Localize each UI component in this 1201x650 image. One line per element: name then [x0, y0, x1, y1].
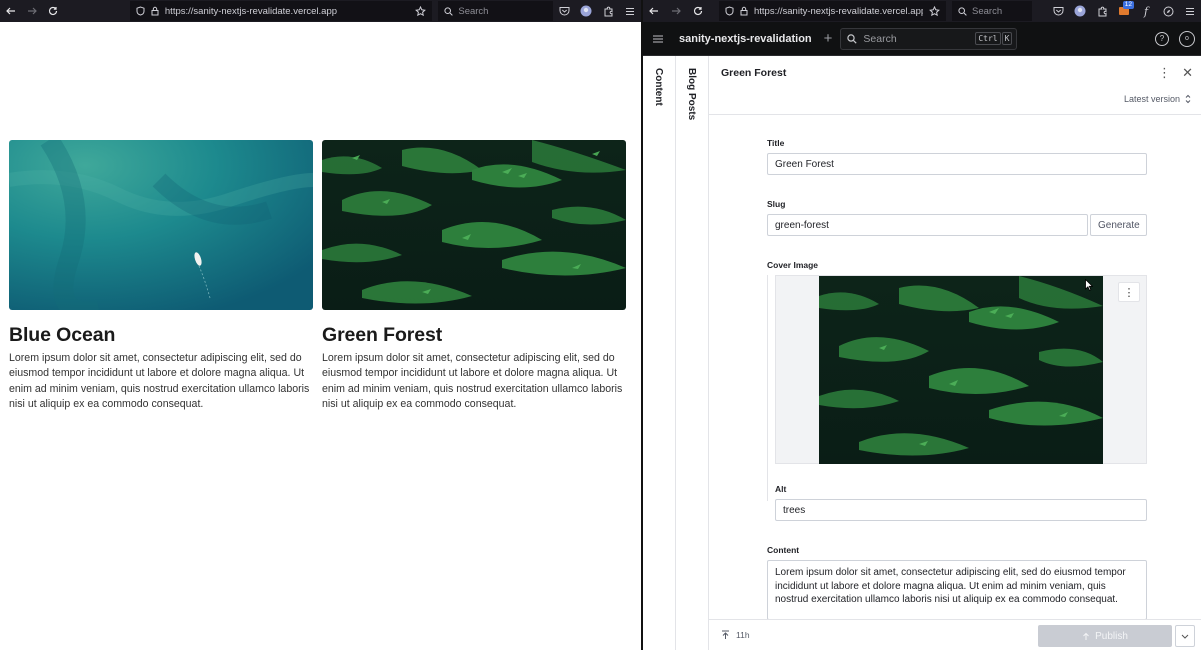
content-pane-label: Content [653, 68, 664, 106]
reload-icon[interactable] [687, 0, 709, 22]
publish-label: Publish [1095, 630, 1128, 642]
pocket-icon[interactable] [553, 0, 575, 22]
kbd-k: K [1001, 32, 1013, 45]
post-card[interactable]: Blue Ocean Lorem ipsum dolor sit amet, c… [9, 140, 313, 412]
document-title: Green Forest [721, 67, 787, 79]
mouse-cursor-icon [1085, 279, 1093, 291]
lock-icon [740, 6, 748, 16]
blog-posts-pane-label: Blog Posts [686, 68, 697, 121]
bookmark-star-icon[interactable] [415, 5, 427, 17]
search-placeholder: Search [972, 5, 1003, 17]
pocket-icon[interactable] [1047, 0, 1069, 22]
slug-label: Slug [767, 199, 786, 209]
back-icon[interactable] [0, 0, 21, 22]
alt-label: Alt [775, 484, 787, 494]
compass-icon[interactable] [1157, 0, 1179, 22]
search-icon [958, 6, 967, 16]
notification-badge: 12 [1122, 1, 1134, 9]
search-placeholder: Search [458, 5, 489, 17]
alt-input[interactable]: trees [775, 499, 1147, 521]
published-arrow-icon [722, 630, 729, 639]
studio-body: Content Blog Posts Green Forest ⋮ ✕ Late… [643, 56, 1201, 650]
document-menu-icon[interactable]: ⋮ [1158, 65, 1171, 81]
left-search-box[interactable]: Search [438, 1, 553, 21]
post-title: Green Forest [322, 324, 443, 346]
left-url-bar[interactable]: https://sanity-nextjs-revalidate.vercel.… [129, 1, 433, 21]
post-excerpt: Lorem ipsum dolor sit amet, consectetur … [322, 352, 623, 410]
title-label: Title [767, 138, 785, 148]
shield-icon [725, 6, 734, 16]
keyboard-shortcut: Ctrl K [975, 32, 1013, 45]
content-label: Content [767, 545, 800, 555]
document-pane: Green Forest ⋮ ✕ Latest version Title Gr… [709, 56, 1201, 650]
forward-icon[interactable] [665, 0, 687, 22]
shield-icon [136, 6, 145, 16]
account-avatar-icon[interactable] [575, 0, 597, 22]
content-textarea[interactable]: Lorem ipsum dolor sit amet, consectetur … [767, 560, 1147, 620]
studio-search-input[interactable]: Search Ctrl K [840, 27, 1018, 50]
cover-image-field[interactable]: ⋮ [775, 275, 1147, 464]
left-browser-toolbar: https://sanity-nextjs-revalidate.vercel.… [0, 0, 641, 22]
right-browser-window: https://sanity-nextjs-revalidate.vercel.… [643, 0, 1201, 650]
document-status[interactable]: 11h [721, 630, 750, 640]
version-label: Latest version [1123, 94, 1180, 104]
cover-image-label: Cover Image [767, 260, 819, 270]
generate-slug-button[interactable]: Generate [1090, 214, 1147, 236]
post-card[interactable]: Green Forest Lorem ipsum dolor sit amet,… [322, 140, 626, 412]
search-icon [444, 6, 454, 16]
version-selector[interactable]: Latest version [1124, 94, 1191, 104]
search-icon [847, 33, 858, 44]
reload-icon[interactable] [43, 0, 64, 22]
project-name[interactable]: sanity-nextjs-revalidation [679, 33, 812, 45]
url-text: https://sanity-nextjs-revalidate.vercel.… [754, 5, 923, 17]
right-browser-toolbar: https://sanity-nextjs-revalidate.vercel.… [643, 0, 1201, 22]
post-cover-image [9, 140, 313, 310]
chevron-down-icon [1181, 634, 1189, 639]
kbd-ctrl: Ctrl [975, 32, 1001, 45]
studio-menu-icon[interactable] [643, 35, 673, 43]
title-input[interactable]: Green Forest [767, 153, 1147, 175]
extensions-icon[interactable] [1091, 0, 1113, 22]
status-time: 11h [736, 630, 750, 640]
account-avatar-icon[interactable] [1069, 0, 1091, 22]
menu-hamburger-icon[interactable] [1179, 0, 1201, 22]
post-cover-image [322, 140, 626, 310]
publish-more-actions-button[interactable] [1175, 625, 1195, 647]
bookmark-star-icon[interactable] [929, 5, 940, 17]
function-extension-icon[interactable]: f [1135, 0, 1157, 22]
studio-search-placeholder: Search [863, 32, 897, 45]
notification-extension-icon[interactable]: 12 [1113, 0, 1135, 22]
post-excerpt: Lorem ipsum dolor sit amet, consectetur … [9, 352, 310, 410]
menu-hamburger-icon[interactable] [619, 0, 641, 22]
slug-input[interactable]: green-forest [767, 214, 1088, 236]
blog-posts-pane-collapsed[interactable]: Blog Posts [676, 56, 709, 650]
chevron-updown-icon [1185, 94, 1191, 104]
cover-image-group-rule [767, 275, 768, 501]
user-avatar[interactable]: o [1179, 30, 1195, 47]
right-url-bar[interactable]: https://sanity-nextjs-revalidate.vercel.… [719, 1, 946, 21]
back-icon[interactable] [643, 0, 665, 22]
lock-icon [151, 6, 159, 16]
extensions-icon[interactable] [597, 0, 619, 22]
publish-icon [1083, 632, 1089, 640]
left-browser-window: https://sanity-nextjs-revalidate.vercel.… [0, 0, 641, 650]
create-new-icon[interactable]: + [824, 30, 833, 47]
blog-page: Blue Ocean Lorem ipsum dolor sit amet, c… [0, 22, 641, 650]
content-pane-collapsed[interactable]: Content [643, 56, 676, 650]
close-icon[interactable]: ✕ [1182, 65, 1193, 81]
url-text: https://sanity-nextjs-revalidate.vercel.… [164, 5, 338, 17]
cover-image-preview [819, 276, 1103, 464]
image-options-icon[interactable]: ⋮ [1118, 282, 1140, 302]
studio-navbar: sanity-nextjs-revalidation + Search Ctrl… [643, 22, 1201, 56]
publish-button[interactable]: Publish [1038, 625, 1172, 647]
help-icon[interactable]: ? [1155, 31, 1169, 46]
right-search-box[interactable]: Search [952, 1, 1032, 21]
document-header: Green Forest ⋮ ✕ Latest version [709, 56, 1201, 115]
forward-icon[interactable] [21, 0, 42, 22]
post-title: Blue Ocean [9, 324, 116, 346]
document-footer: 11h Publish [709, 619, 1201, 650]
